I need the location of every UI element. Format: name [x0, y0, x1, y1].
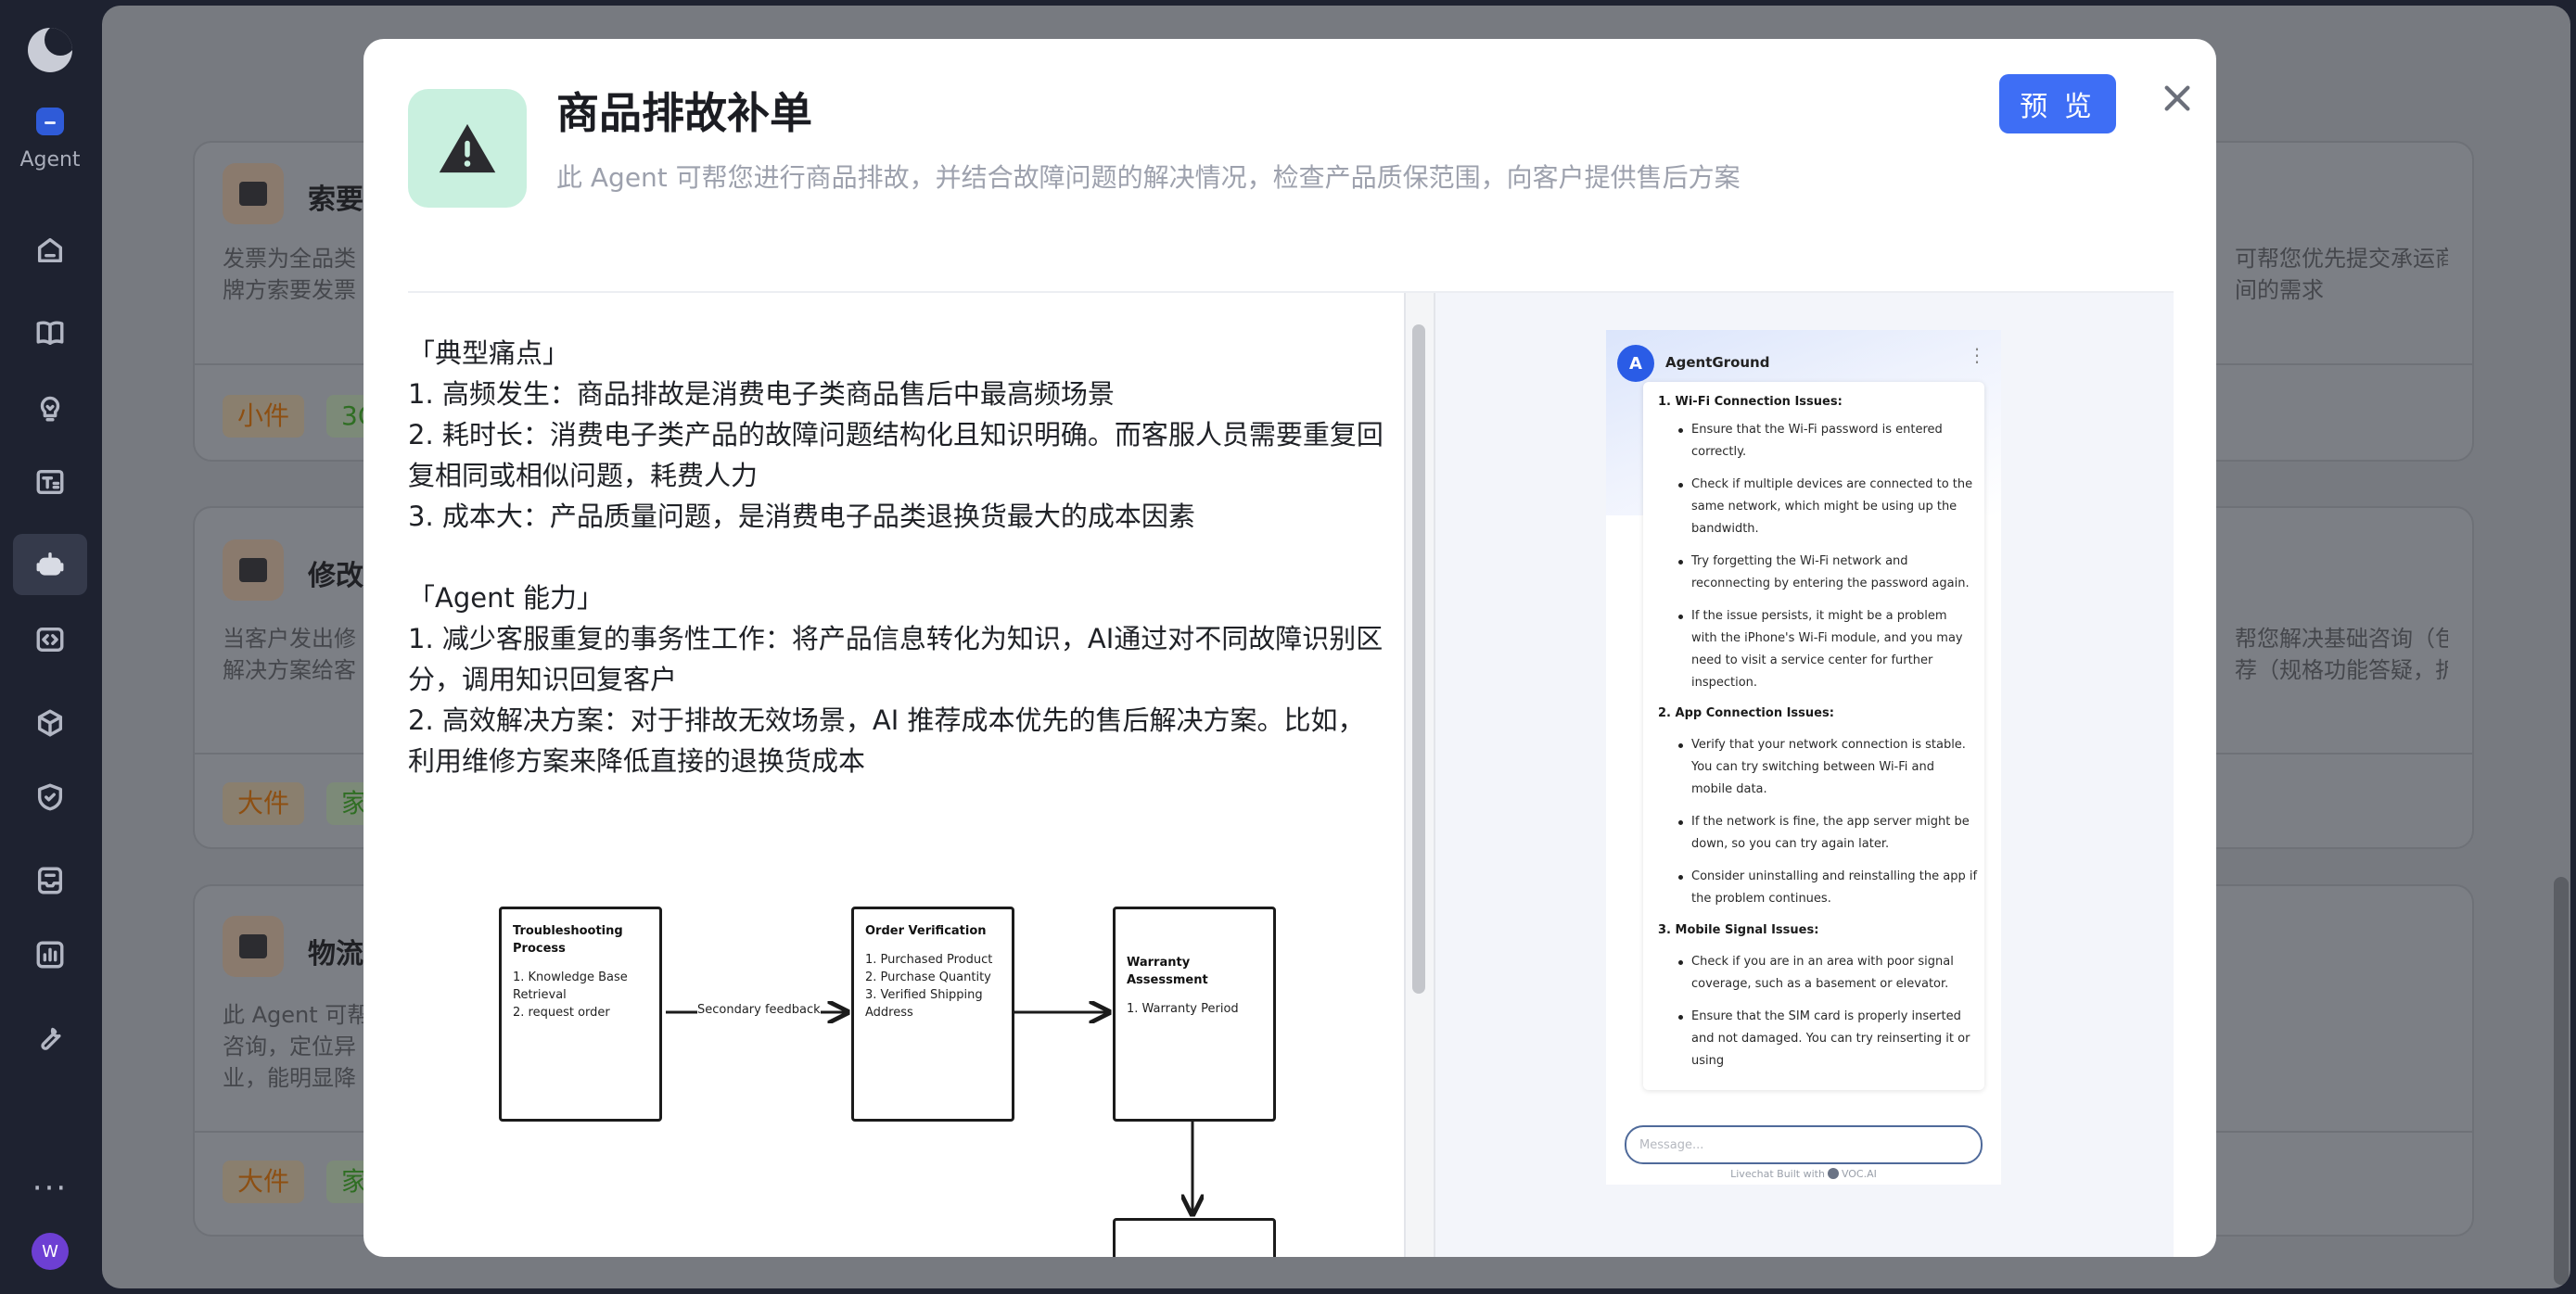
- preview-button[interactable]: 预 览: [1999, 74, 2116, 133]
- wrench-icon[interactable]: [32, 1019, 69, 1056]
- inbox-icon[interactable]: [32, 862, 69, 899]
- chat-bullet-line: reconnecting by entering the password ag…: [1691, 577, 1970, 590]
- agent-icon[interactable]: [36, 108, 64, 135]
- code-icon[interactable]: [32, 621, 69, 658]
- chat-bullet-line: inspection.: [1691, 676, 1758, 690]
- more-icon[interactable]: ···: [0, 1170, 100, 1207]
- body-line: 3. 成本大：产品质量问题，是消费电子品类退换货最大的成本因素: [408, 501, 1195, 532]
- agent-label[interactable]: Agent: [0, 148, 100, 171]
- shield-icon[interactable]: [32, 779, 69, 816]
- chat-menu-icon[interactable]: ⋮: [1968, 346, 1986, 378]
- description-panel[interactable]: 「典型痛点」 1. 高频发生：商品排故是消费电子类商品售后中最高频场景 2. 耗…: [408, 293, 1402, 1257]
- card-tag: 大件: [223, 1161, 305, 1203]
- close-icon[interactable]: [2151, 72, 2203, 124]
- chat-bullet-line: coverage, such as a basement or elevator…: [1691, 977, 1949, 991]
- flow-box-order-verification: Order Verification 1. Purchased Product …: [851, 907, 1014, 1122]
- chat-bullet: Check if you are in an area with poor si…: [1678, 955, 1954, 969]
- body-line: 复相同或相似问题，耗费人力: [408, 460, 759, 491]
- chat-bullet-line: down, so you can try again later.: [1691, 837, 1890, 851]
- chat-heading: 3. Mobile Signal Issues:: [1658, 923, 1819, 937]
- body-line: 2. 耗时长：消费电子类产品的故障问题结构化且知识明确。而客服人员需要重复回: [408, 419, 1384, 450]
- chat-bullet: Ensure that the Wi-Fi password is entere…: [1678, 423, 1943, 437]
- chat-bullet: If the issue persists, it might be a pro…: [1678, 609, 1947, 623]
- card-title: 索要: [308, 184, 363, 216]
- book-icon[interactable]: [32, 314, 69, 351]
- card-tag: 小件: [223, 395, 305, 438]
- card-desc: 当客户发出修 解决方案给客: [223, 626, 356, 683]
- logistics-icon: [223, 916, 284, 977]
- powered-by-footer: Livechat Built with VOC.AI: [1730, 1168, 1877, 1180]
- message-input[interactable]: [1625, 1125, 1983, 1164]
- card-desc: 发票为全品类 牌方索要发票: [223, 246, 356, 303]
- warning-icon: [408, 89, 527, 208]
- card-desc: 可帮您优先提交承运商 间的需求: [2235, 246, 2448, 303]
- panel-scrollbar-thumb[interactable]: [1412, 324, 1425, 994]
- chat-bullet-line: bandwidth.: [1691, 522, 1759, 536]
- flow-box-troubleshooting: Troubleshooting Process 1. Knowledge Bas…: [499, 907, 662, 1122]
- text-icon[interactable]: [32, 463, 69, 501]
- body-line: 利用维修方案来降低直接的退换货成本: [408, 745, 866, 777]
- robot-icon[interactable]: [32, 546, 69, 583]
- user-avatar[interactable]: W: [32, 1233, 69, 1270]
- page-scrollbar[interactable]: [2554, 877, 2569, 1285]
- chat-bullet: Check if multiple devices are connected …: [1677, 477, 1973, 491]
- card-desc: 此 Agent 可帮 咨询，定位异 业，能明显降: [223, 1002, 370, 1091]
- flow-box-warranty: Warranty Assessment 1. Warranty Period: [1113, 907, 1276, 1122]
- home-icon[interactable]: [32, 232, 69, 269]
- chat-bullet-line: correctly.: [1691, 445, 1747, 459]
- body-line: 「Agent 能力」: [408, 582, 605, 614]
- chat-bullet: Try forgetting the Wi-Fi network and: [1678, 554, 1908, 568]
- chat-bullet-line: mobile data.: [1691, 782, 1767, 796]
- chat-heading: 1. Wi-Fi Connection Issues:: [1658, 395, 1843, 409]
- card-title: 物流: [308, 938, 363, 970]
- modal-subtitle: 此 Agent 可帮您进行商品排故，并结合故障问题的解决情况，检查产品质保范围，…: [556, 162, 1741, 193]
- agent-avatar: A: [1617, 345, 1654, 382]
- chart-icon[interactable]: [32, 936, 69, 973]
- body-line: 1. 减少客服重复的事务性工作：将产品信息转化为知识，AI通过对不同故障识别区: [408, 623, 1384, 654]
- cube-icon[interactable]: [32, 704, 69, 742]
- chat-bullet-line: need to visit a service center for furth…: [1691, 653, 1933, 667]
- flow-label: Secondary feedback: [697, 1003, 821, 1017]
- lightbulb-icon[interactable]: [32, 389, 69, 426]
- sidebar: Agent ··· W: [0, 0, 100, 1294]
- chat-bullet: Verify that your network connection is s…: [1678, 738, 1966, 752]
- chat-message-bubble: 1. Wi-Fi Connection Issues: Ensure that …: [1643, 382, 1984, 1090]
- chat-bullet-line: with the iPhone's Wi-Fi module, and you …: [1691, 631, 1963, 645]
- chat-bullet: If the network is fine, the app server m…: [1678, 815, 1970, 829]
- chat-bullet-line: same network, which might be using up th…: [1691, 500, 1958, 514]
- card-title: 修改: [308, 560, 363, 592]
- app-logo-icon[interactable]: [28, 28, 72, 72]
- card-tag: 大件: [223, 782, 305, 825]
- chat-bullet-line: You can try switching between Wi-Fi and: [1691, 760, 1934, 774]
- body-line: 2. 高效解决方案：对于排故无效场景，AI 推荐成本优先的售后解决方案。比如，: [408, 704, 1365, 736]
- flow-box-next: [1113, 1218, 1276, 1257]
- card-desc: 帮您解决基础咨询（包 荐（规格功能答疑，折: [2235, 626, 2448, 683]
- body-line: 「典型痛点」: [408, 337, 570, 369]
- body-line: 1. 高频发生：商品排故是消费电子类商品售后中最高频场景: [408, 378, 1115, 410]
- agent-name: AgentGround: [1665, 354, 1770, 371]
- modal-title: 商品排故补单: [556, 88, 812, 138]
- voc-logo-icon: [1827, 1168, 1839, 1179]
- chat-bullet-line: using: [1691, 1054, 1725, 1068]
- chat-bullet-line: and not damaged. You can try reinserting…: [1691, 1032, 1970, 1046]
- receipt-icon: [223, 163, 284, 224]
- edit-icon: [223, 539, 284, 601]
- chat-bullet: Ensure that the SIM card is properly ins…: [1678, 1009, 1961, 1023]
- chat-heading: 2. App Connection Issues:: [1658, 706, 1834, 720]
- chat-widget: A AgentGround ⋮ 1. Wi-Fi Connection Issu…: [1606, 330, 2001, 1185]
- chat-bullet-line: the problem continues.: [1691, 892, 1831, 906]
- chat-bullet: Consider uninstalling and reinstalling t…: [1677, 869, 1978, 883]
- body-line: 分，调用知识回复客户: [408, 664, 678, 695]
